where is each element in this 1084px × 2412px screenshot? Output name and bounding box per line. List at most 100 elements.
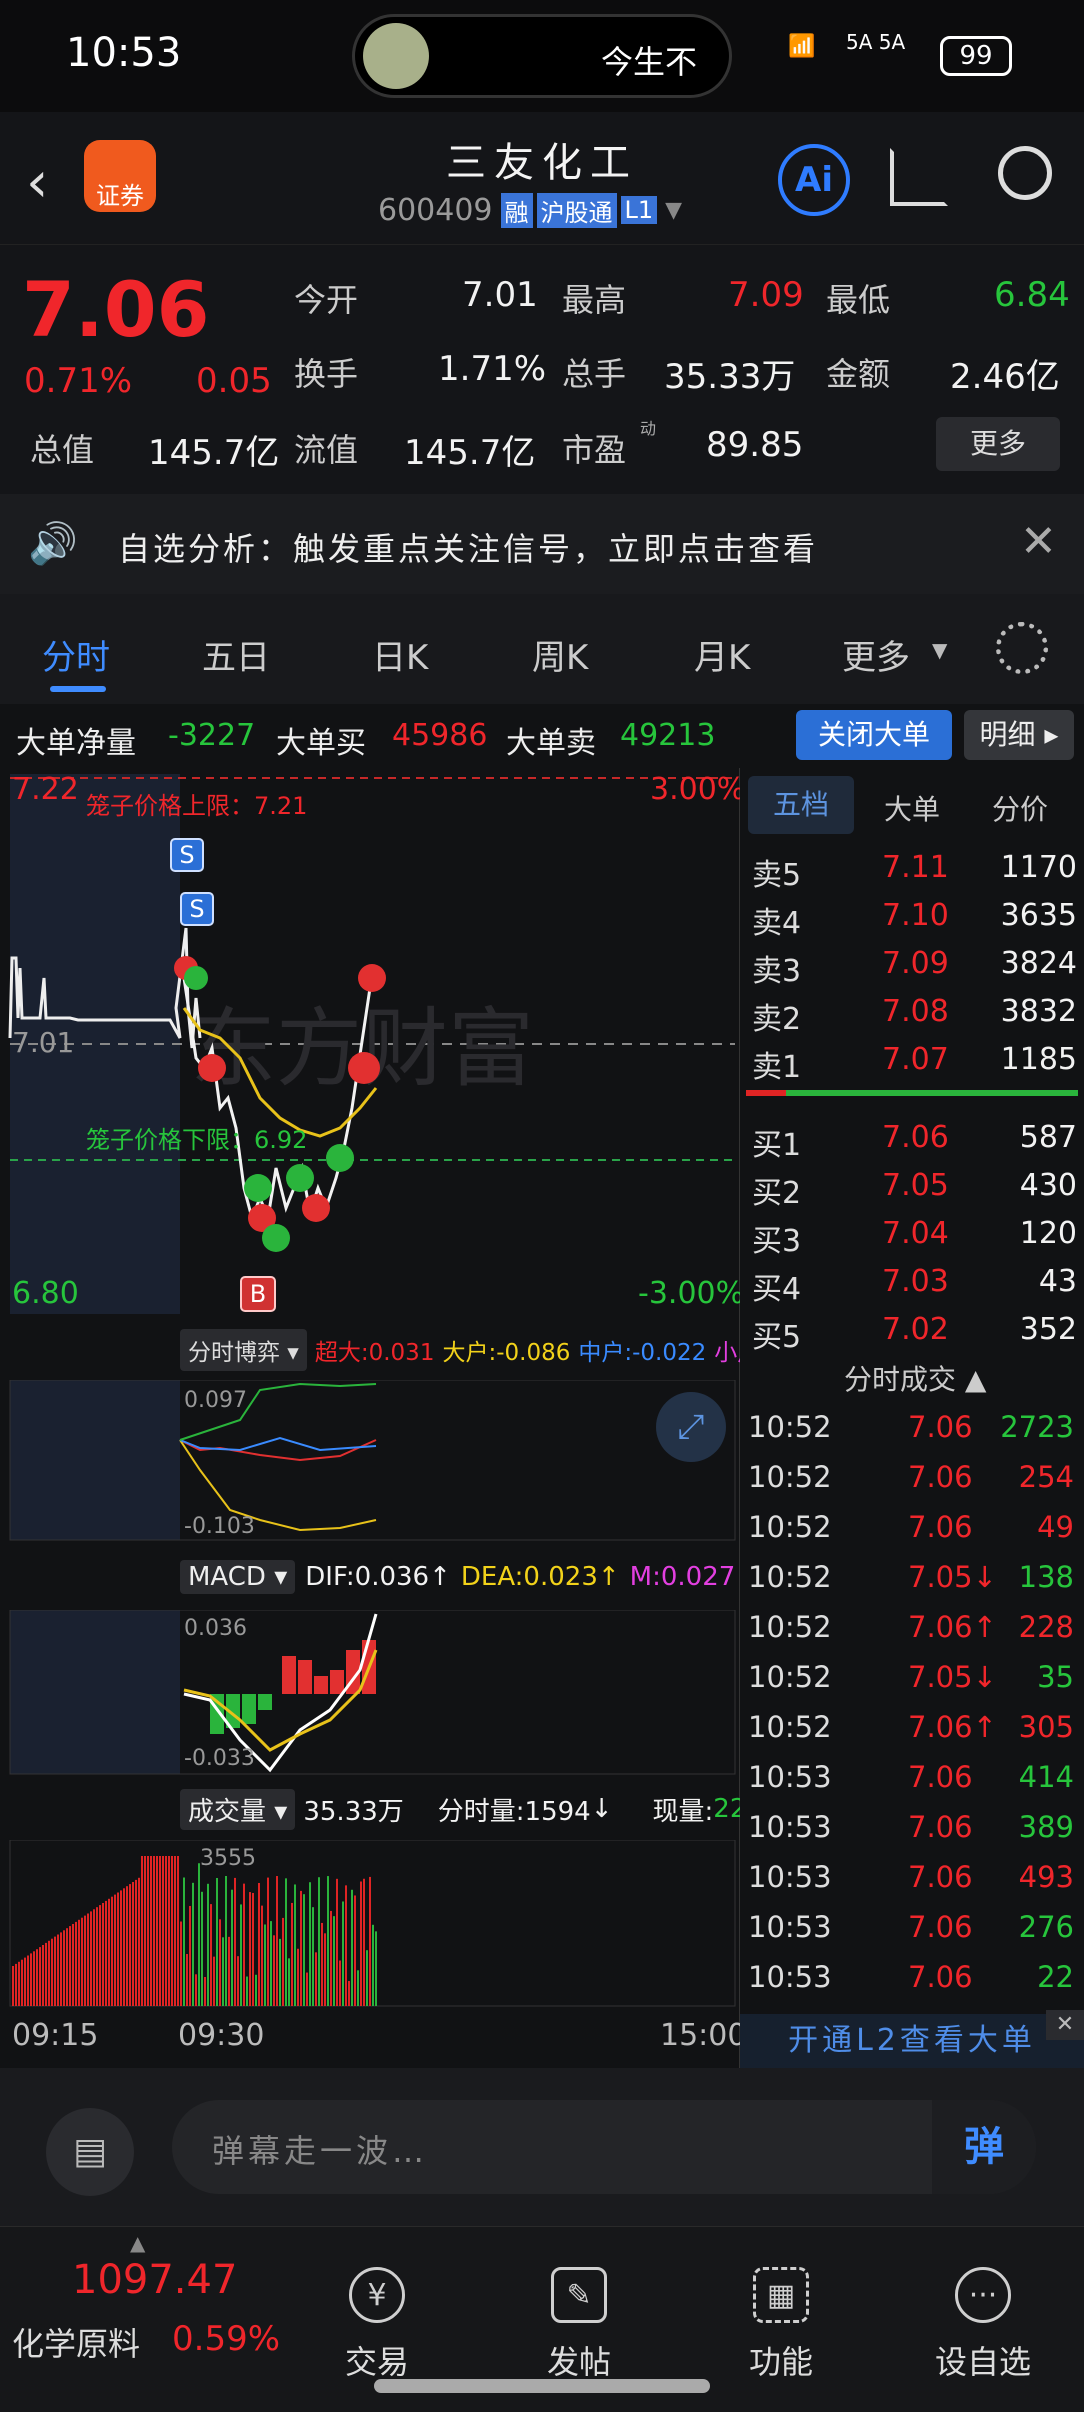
volume-bar [339, 1960, 341, 2006]
tab-daily-k[interactable]: 日K [372, 630, 428, 679]
post-list-icon[interactable]: ▤ [46, 2108, 134, 2196]
dot-sell [326, 1144, 354, 1172]
ask-row[interactable]: 卖2 7.08 3832 [752, 988, 1077, 1037]
turnover-label: 换手 [294, 355, 359, 393]
danmaku-placeholder: 弹幕走一波… [212, 2132, 429, 2170]
volume-selector[interactable]: 成交量 ▾ [180, 1788, 296, 1830]
nav-post[interactable]: ✎ 发帖 [504, 2267, 654, 2383]
volume-bar [237, 1956, 239, 2006]
flow-selector[interactable]: 分时博弈 ▾ [180, 1329, 307, 1371]
bid-row[interactable]: 买3 7.04 120 [752, 1210, 1077, 1259]
buy-signal-icon[interactable]: B [240, 1276, 276, 1312]
volume-bar [291, 1902, 293, 2006]
tab-intraday[interactable]: 分时 [42, 630, 110, 679]
analysis-alert[interactable]: 🔊 自选分析：触发重点关注信号，立即点击查看 ✕ [0, 494, 1084, 594]
danmaku-input[interactable]: 弹幕走一波… 弹 [172, 2100, 1036, 2194]
float-value-label: 流值 [294, 431, 359, 469]
volume-bar [375, 1931, 377, 2006]
macd-histogram [210, 1640, 376, 1734]
tick-price: 7.06 [908, 1910, 973, 1944]
close-icon[interactable]: ✕ [1020, 516, 1057, 567]
expand-icon[interactable]: ⤢ [656, 1392, 726, 1462]
ticks-title[interactable]: 分时成交 ▲ [844, 1358, 986, 1398]
volume-now-label: 现量: [652, 1796, 714, 1827]
tick-time: 10:52 [748, 1660, 832, 1694]
volume-bar [366, 1950, 368, 2006]
volume-bar [153, 1856, 155, 2006]
index-name[interactable]: 化学原料 [12, 2319, 140, 2365]
change-amount: 0.05 [196, 361, 272, 401]
stock-code-line[interactable]: 600409 融 沪股通 L1 ▼ [378, 190, 682, 230]
volume-bar [219, 1919, 221, 2006]
grid-icon: ▦ [753, 2267, 809, 2323]
macd-m: M:0.027 [629, 1562, 736, 1592]
ask-row[interactable]: 卖5 7.11 1170 [752, 844, 1077, 893]
tab-big-order[interactable]: 大单 [884, 788, 940, 828]
big-buy-label: 大单买 [276, 726, 366, 761]
open-label: 今开 [294, 281, 359, 319]
ask-row[interactable]: 卖4 7.10 3635 [752, 892, 1077, 941]
search-icon[interactable] [998, 146, 1052, 200]
gear-icon[interactable] [996, 622, 1048, 674]
change-pct: 0.71% [24, 361, 133, 401]
chevron-up-icon[interactable]: ▲ [130, 2231, 145, 2255]
high-value: 7.09 [728, 275, 804, 315]
ask-row[interactable]: 卖1 7.07 1185 [752, 1036, 1077, 1085]
island-text: 今生不 [601, 43, 698, 81]
volume-bar [216, 1877, 218, 2006]
tick-time: 10:53 [748, 1810, 832, 1844]
tick-volume: 276 [1018, 1910, 1074, 1944]
bid-row[interactable]: 买5 7.02 352 [752, 1306, 1077, 1355]
detail-button[interactable]: 明细 ▸ [964, 710, 1074, 760]
volume-bar [129, 1884, 131, 2006]
tab-price-dist[interactable]: 分价 [992, 788, 1048, 828]
bid-row[interactable]: 买2 7.05 430 [752, 1162, 1077, 1211]
l2-promo-banner[interactable]: 开通L2查看大单 [740, 2014, 1084, 2068]
volume-bars [12, 1856, 377, 2006]
tab-weekly-k[interactable]: 周K [532, 630, 588, 679]
tab-five-day[interactable]: 五日 [202, 630, 270, 679]
ask-row[interactable]: 卖3 7.09 3824 [752, 940, 1077, 989]
tab-five-level[interactable]: 五档 [748, 776, 854, 834]
sell-signal-icon[interactable]: S [170, 838, 204, 872]
close-big-order-button[interactable]: 关闭大单 [796, 710, 952, 760]
intraday-chart[interactable]: 东方财富 7.22 3.00% 笼子价格上限：7.21 7.01 笼子价格下限：… [0, 768, 834, 2068]
close-promo-icon[interactable]: ✕ [1046, 2010, 1084, 2040]
nav-functions[interactable]: ▦ 功能 [706, 2267, 856, 2383]
volume-bar [306, 1972, 308, 2006]
dynamic-island[interactable]: 今生不 [352, 14, 732, 98]
ai-icon[interactable]: Ai [778, 144, 850, 216]
volume-bar [180, 1921, 182, 2006]
macd-selector[interactable]: MACD ▾ [180, 1560, 296, 1594]
tab-monthly-k[interactable]: 月K [694, 630, 750, 679]
volume-bar [246, 1976, 248, 2006]
more-button[interactable]: 更多 [936, 417, 1060, 471]
volume-bar [198, 1863, 200, 2006]
volume-label: 总手 [562, 355, 627, 393]
share-icon[interactable] [890, 148, 948, 206]
alert-text: 自选分析：触发重点关注信号，立即点击查看 [118, 530, 819, 568]
volume-bar [258, 1882, 260, 2006]
volume-bar [114, 1894, 116, 2006]
bid-row[interactable]: 买1 7.06 587 [752, 1114, 1077, 1163]
volume-bar [225, 1876, 227, 2006]
volume-bar [57, 1934, 59, 2006]
tick-volume: 22 [1037, 1960, 1074, 1994]
nav-add-watchlist[interactable]: ··· 设自选 [908, 2267, 1058, 2383]
chart-bottom-price: 6.80 [12, 1276, 79, 1311]
sell-signal-icon-2[interactable]: S [180, 892, 214, 926]
chart-top-pct: 3.00% [650, 772, 746, 807]
tick-price: 7.06 [908, 1810, 973, 1844]
volume-panel [9, 1840, 736, 2007]
tick-time: 10:52 [748, 1560, 832, 1594]
pe-label: 市盈 [562, 431, 627, 469]
volume-bar [63, 1930, 65, 2006]
bid-row[interactable]: 买4 7.03 43 [752, 1258, 1077, 1307]
tab-more[interactable]: 更多 [842, 630, 910, 679]
volume-bar [60, 1932, 62, 2006]
index-value[interactable]: 1097.47 [72, 2257, 237, 2303]
nav-trade[interactable]: ¥ 交易 [302, 2267, 452, 2383]
volume-bar [42, 1945, 44, 2006]
danmaku-send-button[interactable]: 弹 [932, 2100, 1036, 2194]
tick-row: 10:52 7.05↓ 35 [748, 1654, 1078, 1702]
